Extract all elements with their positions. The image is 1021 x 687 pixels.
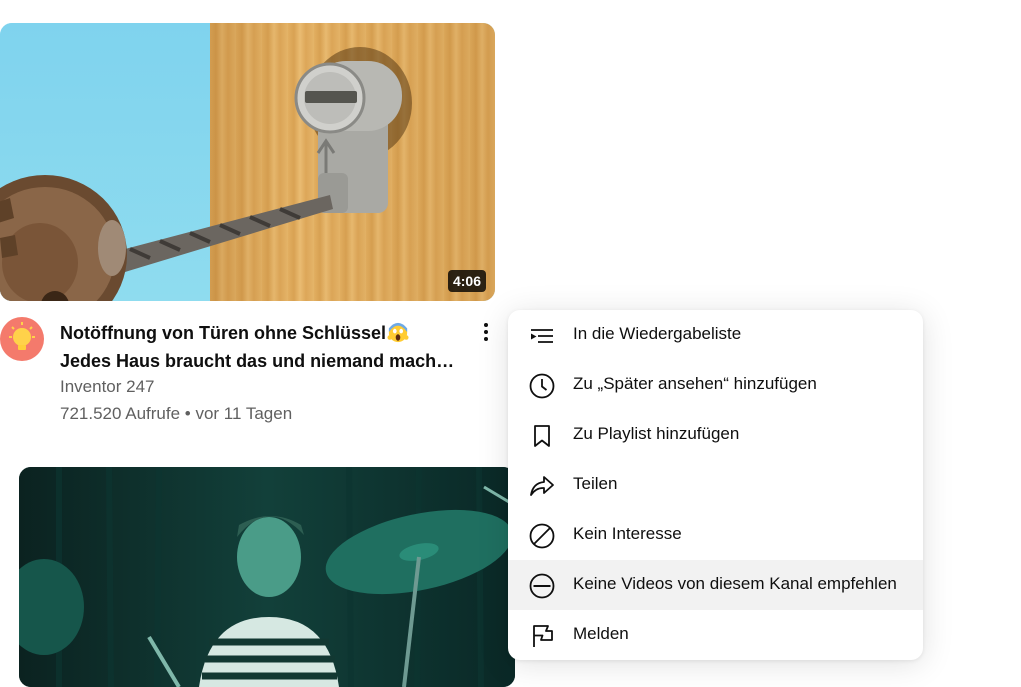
menu-item-label: In die Wiedergabeliste: [573, 324, 742, 343]
menu-item-save-to-playlist[interactable]: Zu Playlist hinzufügen: [508, 410, 923, 460]
menu-item-add-to-queue[interactable]: In die Wiedergabeliste: [508, 310, 923, 360]
menu-item-label: Zu „Später ansehen“ hinzufügen: [573, 374, 817, 393]
video-title-line-1: Notöffnung von Türen ohne Schlüssel: [60, 319, 470, 347]
video-title[interactable]: Notöffnung von Türen ohne Schlüssel Jede…: [60, 319, 470, 375]
face-screaming-in-fear-emoji: [387, 322, 409, 343]
channel-avatar[interactable]: [0, 317, 44, 361]
menu-item-label: Kein Interesse: [573, 524, 682, 543]
menu-item-label: Melden: [573, 624, 629, 643]
video-duration-badge: 4:06: [447, 270, 486, 292]
more-vert-icon: [484, 323, 488, 341]
clock-icon: [529, 373, 555, 399]
not-interested-icon: [529, 523, 555, 549]
video-stats: 721.520 Aufrufe • vor 11 Tagen: [60, 404, 293, 423]
video-thumbnail-2[interactable]: [19, 467, 515, 687]
flag-icon: [533, 625, 553, 647]
menu-item-not-interested[interactable]: Kein Interesse: [508, 510, 923, 560]
drummer-illustration: [19, 467, 515, 687]
video-thumbnail[interactable]: 4:06: [0, 23, 495, 301]
menu-item-share[interactable]: Teilen: [508, 460, 923, 510]
minus-circle-icon: [529, 573, 555, 599]
menu-item-report[interactable]: Melden: [508, 610, 923, 660]
share-icon: [530, 476, 554, 496]
menu-item-dont-recommend-channel[interactable]: Keine Videos von diesem Kanal empfehlen: [508, 560, 923, 610]
context-menu: In die Wiedergabeliste Zu „Später ansehe…: [508, 310, 923, 660]
menu-item-label: Keine Videos von diesem Kanal empfehlen: [573, 574, 897, 593]
bookmark-icon: [534, 425, 550, 447]
lightbulb-icon: [9, 322, 35, 350]
channel-name[interactable]: Inventor 247: [60, 377, 155, 397]
video-title-text-2: Jedes Haus braucht das und niemand mach…: [60, 351, 455, 371]
more-actions-button[interactable]: [470, 317, 502, 349]
menu-item-watch-later[interactable]: Zu „Später ansehen“ hinzufügen: [508, 360, 923, 410]
add-to-queue-icon: [531, 329, 553, 343]
menu-item-label: Zu Playlist hinzufügen: [573, 424, 740, 443]
drill-and-lock-illustration: [0, 47, 412, 301]
video-title-text-1: Notöffnung von Türen ohne Schlüssel: [60, 323, 386, 343]
menu-item-label: Teilen: [573, 474, 618, 493]
